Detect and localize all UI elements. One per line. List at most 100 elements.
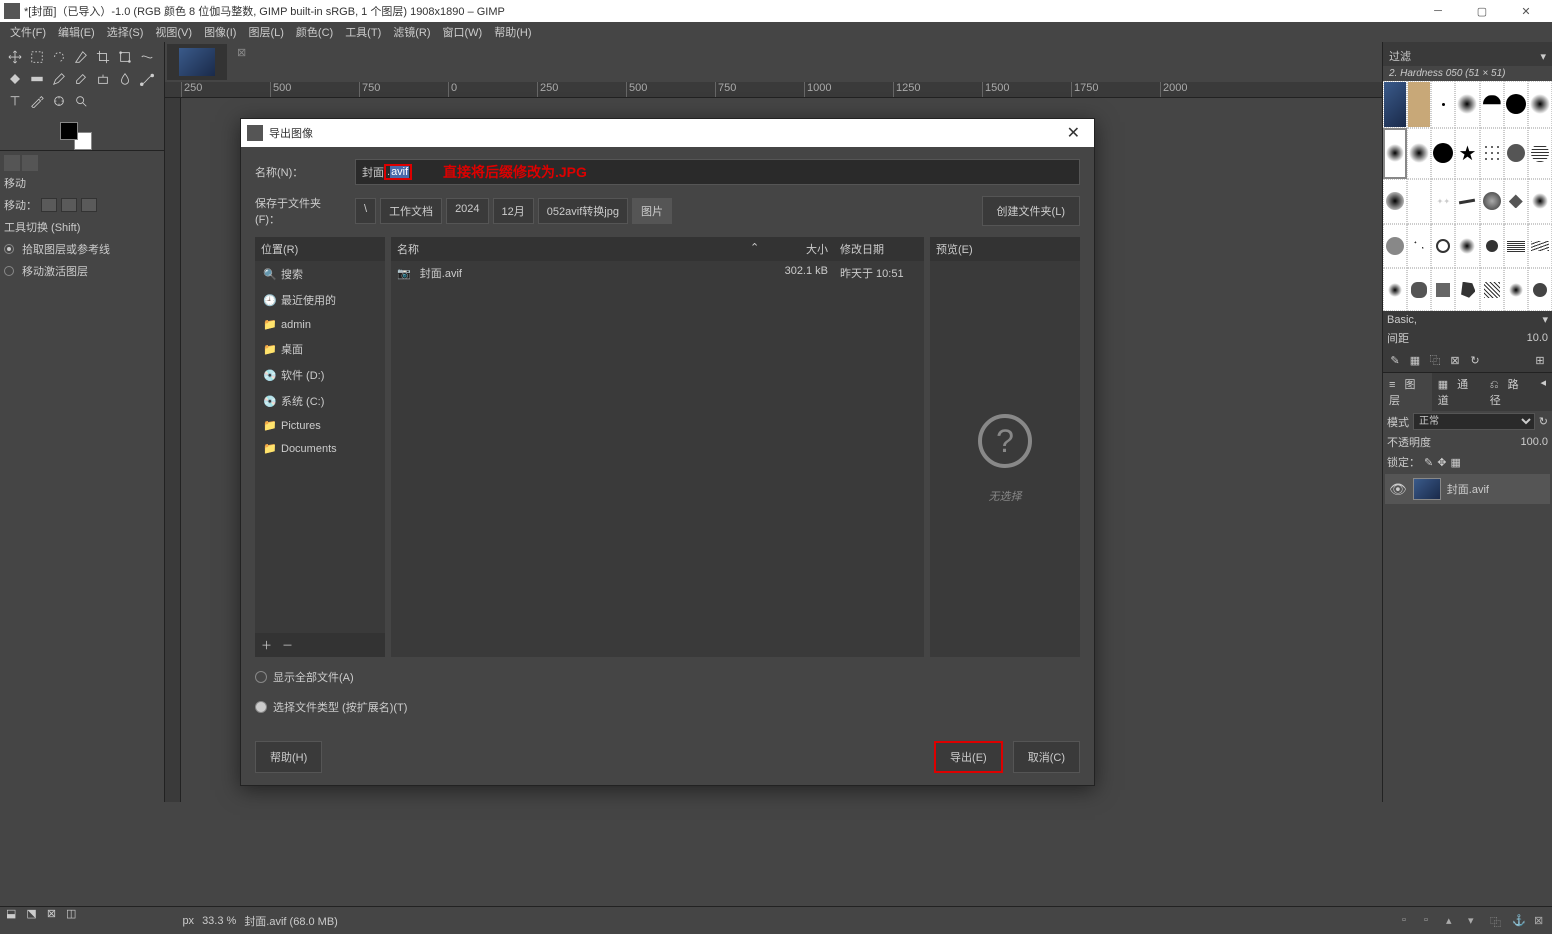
brush-item[interactable]: ★ xyxy=(1455,128,1479,180)
place-drive-d[interactable]: 💿软件 (D:) xyxy=(255,362,385,388)
spacing-value[interactable]: 10.0 xyxy=(1527,332,1548,344)
mode-select[interactable]: 正常 xyxy=(1413,413,1535,430)
brush-item[interactable] xyxy=(1455,268,1479,311)
fg-bg-colors[interactable] xyxy=(60,122,92,150)
create-folder-button[interactable]: 创建文件夹(L) xyxy=(982,196,1080,226)
device-status-tab-icon[interactable] xyxy=(22,155,38,171)
layer-anchor-icon[interactable]: ⚓ xyxy=(1512,914,1528,930)
place-drive-c[interactable]: 💿系统 (C:) xyxy=(255,388,385,414)
menu-tools[interactable]: 工具(T) xyxy=(339,24,387,40)
edit-brush-icon[interactable]: ✎ xyxy=(1387,352,1403,368)
channels-tab[interactable]: ▦ 通道 xyxy=(1432,373,1484,411)
text-tool[interactable] xyxy=(4,90,26,112)
duplicate-brush-icon[interactable]: ⿻ xyxy=(1427,352,1443,368)
visibility-icon[interactable]: 👁 xyxy=(1389,481,1407,498)
brush-item[interactable] xyxy=(1528,179,1552,224)
brush-item[interactable] xyxy=(1528,224,1552,269)
layer-new-icon[interactable]: ▫ xyxy=(1402,914,1418,930)
menu-image[interactable]: 图像(I) xyxy=(198,24,242,40)
smudge-tool[interactable] xyxy=(114,68,136,90)
brush-item[interactable] xyxy=(1480,224,1504,269)
dialog-close-button[interactable]: ✕ xyxy=(1059,123,1088,143)
maximize-button[interactable]: ▢ xyxy=(1460,0,1504,22)
dropdown-icon[interactable]: ▾ xyxy=(1542,313,1548,326)
crumb-item[interactable]: 2024 xyxy=(446,198,488,224)
layer-item[interactable]: 👁 封面.avif xyxy=(1385,474,1550,504)
zoom-select[interactable]: 33.3 % xyxy=(202,915,236,927)
layer-down-icon[interactable]: ▾ xyxy=(1468,914,1484,930)
menu-view[interactable]: 视图(V) xyxy=(149,24,198,40)
sb-icon-2[interactable]: ⬔ xyxy=(26,907,36,934)
place-desktop[interactable]: 📁桌面 xyxy=(255,336,385,362)
crumb-current[interactable]: 图片 xyxy=(632,198,672,224)
brush-item[interactable] xyxy=(1383,81,1407,128)
place-admin[interactable]: 📁admin xyxy=(255,313,385,336)
place-documents[interactable]: 📁Documents xyxy=(255,437,385,460)
menu-select[interactable]: 选择(S) xyxy=(101,24,150,40)
menu-colors[interactable]: 颜色(C) xyxy=(290,24,339,40)
free-select-tool[interactable] xyxy=(48,46,70,68)
brush-item[interactable] xyxy=(1431,268,1455,311)
place-recent[interactable]: 🕘最近使用的 xyxy=(255,287,385,313)
color-picker-tool[interactable] xyxy=(26,90,48,112)
brush-item[interactable] xyxy=(1383,268,1407,311)
layer-name[interactable]: 封面.avif xyxy=(1447,481,1489,497)
fg-color[interactable] xyxy=(60,122,78,140)
brush-item[interactable] xyxy=(1480,128,1504,180)
clone-tool[interactable] xyxy=(92,68,114,90)
close-button[interactable]: ✕ xyxy=(1504,0,1548,22)
unit-select[interactable]: px xyxy=(182,915,194,927)
menu-edit[interactable]: 编辑(E) xyxy=(52,24,101,40)
export-button[interactable]: 导出(E) xyxy=(934,741,1003,773)
transform-tool[interactable] xyxy=(114,46,136,68)
lock-pixels-icon[interactable]: ✎ xyxy=(1424,456,1433,469)
brush-item[interactable] xyxy=(1480,179,1504,224)
brush-item[interactable] xyxy=(1504,179,1528,224)
brush-item[interactable] xyxy=(1455,81,1479,128)
brush-item[interactable] xyxy=(1431,81,1455,128)
radio-move-active[interactable]: 移动激活图层 xyxy=(4,263,160,279)
brush-item-selected[interactable] xyxy=(1383,128,1407,180)
select-type-radio[interactable]: 选择文件类型 (按扩展名)(T) xyxy=(255,697,1080,717)
brush-item[interactable] xyxy=(1407,224,1431,269)
show-all-checkbox[interactable]: 显示全部文件(A) xyxy=(255,667,1080,687)
help-button[interactable]: 帮助(H) xyxy=(255,741,322,773)
brush-item[interactable] xyxy=(1383,179,1407,224)
menu-windows[interactable]: 窗口(W) xyxy=(437,24,489,40)
lock-position-icon[interactable]: ✥ xyxy=(1437,456,1446,469)
refresh-brush-icon[interactable]: ↻ xyxy=(1467,352,1483,368)
rect-select-tool[interactable] xyxy=(26,46,48,68)
brush-item[interactable] xyxy=(1504,224,1528,269)
menu-layer[interactable]: 图层(L) xyxy=(242,24,289,40)
gradient-tool[interactable] xyxy=(26,68,48,90)
layer-del-icon[interactable]: ⊠ xyxy=(1534,914,1550,930)
document-tab[interactable] xyxy=(167,44,227,80)
move-mode-selection-icon[interactable] xyxy=(61,198,77,212)
warp-tool[interactable] xyxy=(136,46,158,68)
layer-dup-icon[interactable]: ⿻ xyxy=(1490,914,1506,930)
brush-item[interactable] xyxy=(1528,81,1552,128)
eraser-tool[interactable] xyxy=(70,68,92,90)
col-size[interactable]: 大小 xyxy=(764,241,834,257)
brush-item[interactable] xyxy=(1455,179,1479,224)
brush-item[interactable] xyxy=(1504,268,1528,311)
open-brush-icon[interactable]: ⊞ xyxy=(1532,352,1548,368)
layers-tab[interactable]: ≡ 图层 xyxy=(1383,373,1432,411)
mode-reset-icon[interactable]: ↻ xyxy=(1539,415,1548,428)
sb-icon-1[interactable]: ⬓ xyxy=(6,907,16,934)
new-brush-icon[interactable]: ▦ xyxy=(1407,352,1423,368)
panel-menu-icon[interactable]: ◂ xyxy=(1534,373,1552,411)
brush-item[interactable] xyxy=(1528,268,1552,311)
move-tool[interactable] xyxy=(4,46,26,68)
place-pictures[interactable]: 📁Pictures xyxy=(255,414,385,437)
opacity-value[interactable]: 100.0 xyxy=(1520,436,1548,448)
brush-item[interactable] xyxy=(1407,179,1431,224)
pencil-tool[interactable] xyxy=(48,68,70,90)
bucket-tool[interactable] xyxy=(4,68,26,90)
col-date[interactable]: 修改日期 xyxy=(834,241,924,257)
document-tab-close-icon[interactable]: ⊠ xyxy=(233,42,250,82)
move-mode-path-icon[interactable] xyxy=(81,198,97,212)
crumb-root[interactable]: \ xyxy=(355,198,376,224)
layer-group-icon[interactable]: ▫ xyxy=(1424,914,1440,930)
place-search[interactable]: 🔍搜索 xyxy=(255,261,385,287)
